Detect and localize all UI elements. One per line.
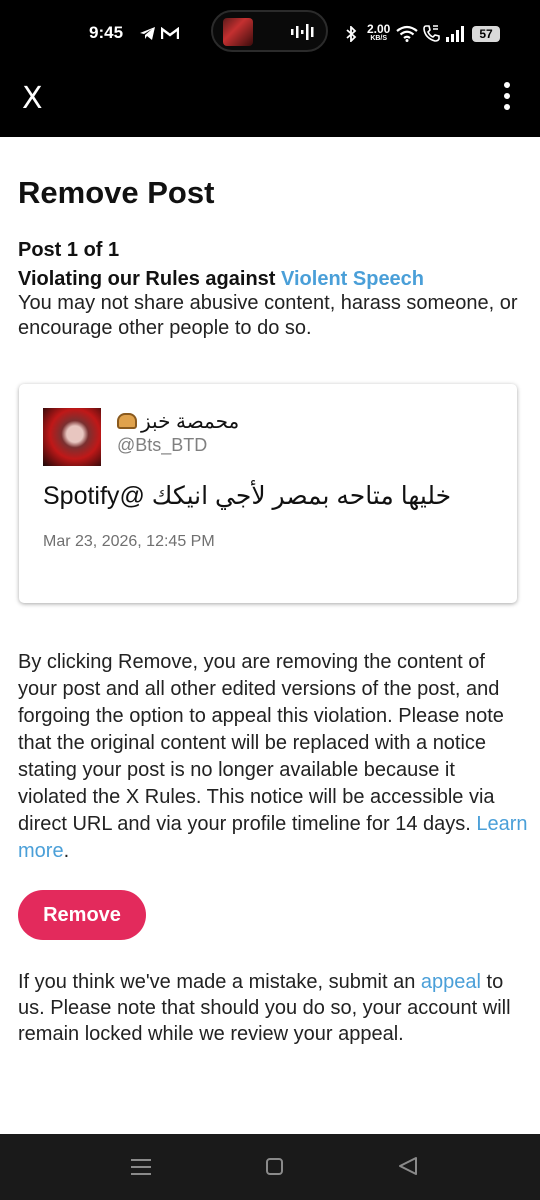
battery-icon: 57 (472, 26, 500, 42)
avatar (43, 408, 101, 466)
user-handle: @Bts_BTD (117, 435, 208, 455)
display-name: محمصة خبز (141, 411, 240, 433)
rule-description: You may not share abusive content, haras… (18, 292, 518, 339)
media-island[interactable] (211, 10, 328, 52)
post-count: Post 1 of 1 (18, 239, 120, 261)
bread-emoji-icon (117, 413, 137, 429)
back-icon[interactable] (398, 1156, 418, 1176)
post-card: محمصة خبز @Bts_BTD خليها متاحه بمصر لأجي… (19, 384, 517, 603)
call-icon (423, 25, 440, 42)
removal-notice-text: By clicking Remove, you are removing the… (18, 651, 504, 835)
status-bar: 9:45 2.00 KB/S 57 (0, 0, 540, 68)
removal-notice: By clicking Remove, you are removing the… (18, 649, 528, 865)
audio-wave-icon (291, 24, 314, 40)
telegram-icon (140, 27, 155, 40)
gmail-icon (161, 27, 179, 39)
post-timestamp: Mar 23, 2026, 12:45 PM (43, 533, 215, 550)
appeal-link[interactable]: appeal (421, 971, 481, 993)
more-vertical-icon[interactable] (500, 82, 514, 112)
network-speed-value: 2.00 (367, 22, 391, 36)
home-icon[interactable] (266, 1158, 283, 1175)
wifi-icon (396, 25, 418, 42)
recents-icon[interactable] (131, 1158, 151, 1176)
system-nav-bar (0, 1134, 540, 1200)
status-time: 9:45 (89, 23, 124, 42)
appeal-prefix: If you think we've made a mistake, submi… (18, 971, 421, 993)
album-art-thumbnail (223, 18, 253, 46)
close-button[interactable]: X (22, 81, 43, 116)
app-bar: X (0, 68, 540, 137)
signal-icon (446, 26, 464, 42)
network-speed: 2.00 KB/S (367, 23, 390, 43)
page-title: Remove Post (18, 175, 215, 210)
post-text: خليها متاحه بمصر لأجي انيكك @Spotify (43, 482, 452, 510)
violent-speech-link[interactable]: Violent Speech (281, 268, 424, 290)
violation-rule-prefix: Violating our Rules against (18, 268, 282, 290)
removal-notice-suffix: . (63, 840, 70, 862)
post-author: محمصة خبز (117, 409, 239, 434)
bluetooth-icon (346, 26, 357, 42)
violation-rule: Violating our Rules against Violent Spee… (18, 268, 424, 291)
remove-button[interactable]: Remove (18, 890, 146, 940)
appeal-notice: If you think we've made a mistake, submi… (18, 969, 528, 1047)
network-speed-unit: KB/S (370, 35, 388, 42)
